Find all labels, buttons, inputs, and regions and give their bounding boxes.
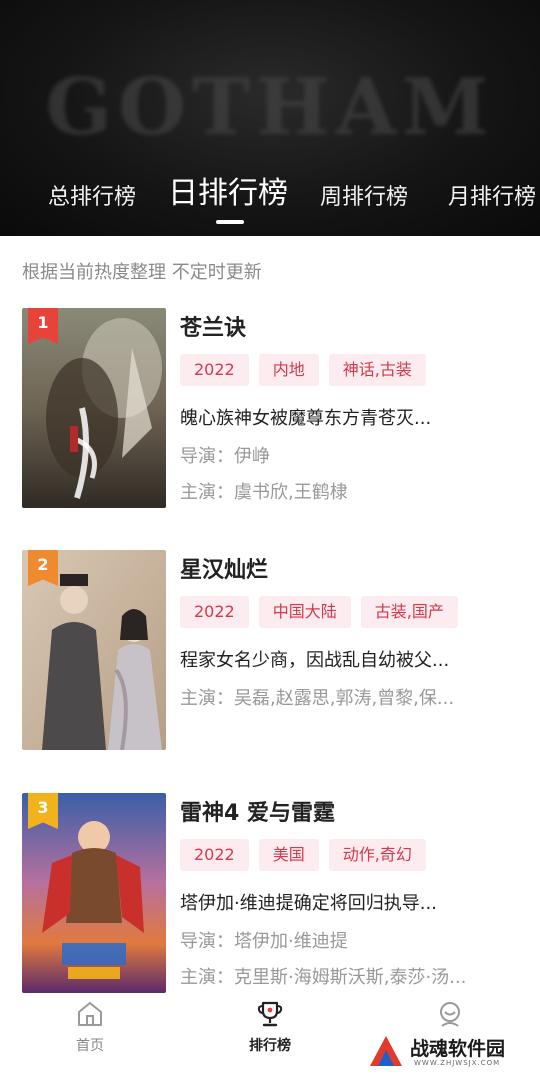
header-banner: GOTHAM 总排行榜 日排行榜 周排行榜 月排行榜 bbox=[0, 0, 540, 236]
poster-image[interactable]: 3 bbox=[22, 793, 166, 993]
tag-list: 2022 内地 神话,古装 bbox=[180, 354, 436, 386]
tab-daily[interactable]: 日排行榜 bbox=[168, 172, 288, 216]
tag-list: 2022 美国 动作,奇幻 bbox=[180, 839, 436, 871]
genre-tag: 动作,奇幻 bbox=[328, 839, 426, 871]
item-title[interactable]: 雷神4 爱与雷霆 bbox=[180, 795, 335, 827]
year-tag: 2022 bbox=[180, 839, 249, 871]
poster-art bbox=[22, 308, 166, 508]
item-description: 魄心族神女被魔尊东方青苍灭... bbox=[180, 408, 432, 429]
list-item[interactable]: 1 苍兰诀 2022 内地 神话,古装 魄心族神女被魔尊东方青苍灭... 导演：伊峥… bbox=[22, 308, 522, 508]
active-tab-indicator bbox=[216, 220, 244, 224]
item-director: 导演：伊峥 bbox=[180, 446, 270, 467]
year-tag: 2022 bbox=[180, 596, 249, 628]
tab-monthly[interactable]: 月排行榜 bbox=[448, 176, 536, 220]
genre-tag: 古装,国产 bbox=[360, 596, 458, 628]
ranking-tabs: 总排行榜 日排行榜 周排行榜 月排行榜 bbox=[0, 172, 540, 222]
item-info: 苍兰诀 2022 内地 神话,古装 魄心族神女被魔尊东方青苍灭... 导演：伊峥 主… bbox=[180, 308, 520, 508]
region-tag: 中国大陆 bbox=[258, 596, 351, 628]
item-cast: 主演：克里斯·海姆斯沃斯,泰莎·汤... bbox=[180, 967, 467, 988]
watermark: 战魂软件园 WWW.ZHJWSJX.COM bbox=[366, 1032, 526, 1072]
item-director: 导演：塔伊加·维迪提 bbox=[180, 931, 348, 952]
watermark-text: 战魂软件园 bbox=[410, 1038, 506, 1060]
item-title[interactable]: 星汉灿烂 bbox=[180, 552, 268, 584]
item-info: 雷神4 爱与雷霆 2022 美国 动作,奇幻 塔伊加·维迪提确定将回归执导... 导… bbox=[180, 793, 520, 993]
nav-ranking-label: 排行榜 bbox=[249, 1038, 291, 1054]
tab-overall[interactable]: 总排行榜 bbox=[48, 176, 136, 220]
item-description: 塔伊加·维迪提确定将回归执导... bbox=[180, 893, 437, 914]
tag-list: 2022 中国大陆 古装,国产 bbox=[180, 596, 468, 628]
poster-image[interactable]: 2 bbox=[22, 550, 166, 750]
nav-home-label: 首页 bbox=[76, 1038, 104, 1054]
nav-ranking[interactable]: 排行榜 bbox=[220, 999, 320, 1055]
tab-weekly[interactable]: 周排行榜 bbox=[320, 176, 408, 220]
item-cast: 主演：吴磊,赵露思,郭涛,曾黎,保... bbox=[180, 688, 455, 709]
list-item[interactable]: 3 雷神4 爱与雷霆 2022 美国 动作,奇幻 塔伊加·维迪提确定将回归执导...… bbox=[22, 793, 522, 993]
region-tag: 内地 bbox=[258, 354, 319, 386]
item-title[interactable]: 苍兰诀 bbox=[180, 310, 246, 342]
nav-home[interactable]: 首页 bbox=[40, 999, 140, 1055]
year-tag: 2022 bbox=[180, 354, 249, 386]
item-description: 程家女名少商，因战乱自幼被父... bbox=[180, 650, 450, 671]
region-tag: 美国 bbox=[258, 839, 319, 871]
item-cast: 主演：虞书欣,王鹤棣 bbox=[180, 482, 348, 503]
home-icon bbox=[78, 1002, 102, 1026]
item-info: 星汉灿烂 2022 中国大陆 古装,国产 程家女名少商，因战乱自幼被父... 主演：… bbox=[180, 550, 520, 750]
genre-tag: 神话,古装 bbox=[328, 354, 426, 386]
poster-art bbox=[22, 550, 166, 750]
watermark-logo-icon bbox=[370, 1036, 402, 1066]
nav-profile[interactable] bbox=[400, 999, 500, 1035]
list-subtitle: 根据当前热度整理 不定时更新 bbox=[22, 262, 262, 283]
profile-icon bbox=[440, 1002, 460, 1027]
poster-art bbox=[22, 793, 166, 993]
watermark-url: WWW.ZHJWSJX.COM bbox=[414, 1059, 501, 1067]
banner-logo: GOTHAM bbox=[45, 62, 495, 153]
trophy-icon bbox=[257, 1001, 283, 1027]
poster-image[interactable]: 1 bbox=[22, 308, 166, 508]
list-item[interactable]: 2 星汉灿烂 2022 中国大陆 古装,国产 程家女名少商，因战乱自幼被父... 主… bbox=[22, 550, 522, 750]
